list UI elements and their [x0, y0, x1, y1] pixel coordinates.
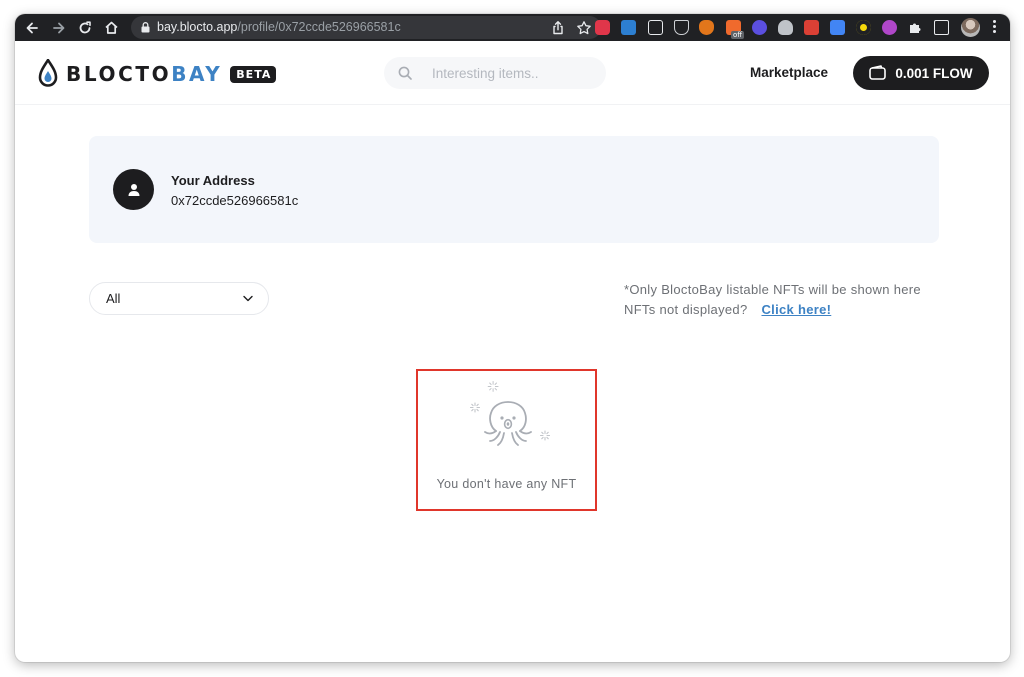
filter-selected-value: All [106, 291, 121, 306]
reload-icon[interactable] [74, 17, 96, 38]
share-icon[interactable] [550, 20, 566, 36]
pocket-extension-icon[interactable] [595, 20, 610, 35]
metamask-extension-icon[interactable] [699, 20, 714, 35]
chevron-down-icon [243, 295, 253, 302]
address-bar[interactable]: bay.blocto.app/profile/0x72ccde526966581… [131, 16, 601, 39]
home-icon[interactable] [100, 17, 122, 38]
listable-notice: *Only BloctoBay listable NFTs will be sh… [624, 280, 921, 319]
browser-toolbar: bay.blocto.app/profile/0x72ccde526966581… [15, 14, 1010, 41]
search-input[interactable] [432, 64, 592, 82]
paw-extension-icon[interactable] [778, 20, 793, 35]
empty-state-message: You don't have any NFT [436, 477, 577, 491]
notice-line-1: *Only BloctoBay listable NFTs will be sh… [624, 282, 921, 297]
click-here-link[interactable]: Click here! [761, 302, 831, 317]
search-box[interactable] [384, 57, 606, 89]
wallet-icon [869, 65, 887, 80]
eye-extension-icon[interactable] [752, 20, 767, 35]
beta-badge: BETA [230, 65, 277, 83]
calendar-extension-icon[interactable] [621, 20, 636, 35]
logo-accent-text: BAY [171, 62, 223, 86]
lock-icon [141, 22, 150, 33]
octopus-icon [470, 381, 550, 446]
sidepanel-icon[interactable] [934, 20, 949, 35]
url-host: bay.blocto.app [157, 20, 238, 34]
url-text: bay.blocto.app/profile/0x72ccde526966581… [157, 20, 401, 35]
nft-filter-select[interactable]: All [89, 282, 269, 315]
drop-logo-icon [38, 59, 58, 87]
search-icon [398, 66, 412, 80]
shield-extension-icon[interactable] [674, 20, 689, 35]
marketplace-link[interactable]: Marketplace [750, 65, 828, 80]
address-card: Your Address 0x72ccde526966581c [89, 136, 939, 243]
profile-avatar[interactable] [961, 18, 980, 37]
logo-main-text: BLOCTO [66, 62, 172, 86]
wallet-address: 0x72ccde526966581c [171, 193, 299, 208]
bloctobay-logo[interactable]: BLOCTOBAY BETA [37, 58, 277, 90]
dot-extension-icon[interactable] [856, 20, 871, 35]
wallet-balance-button[interactable]: 0.001 FLOW [853, 56, 989, 90]
bookmark-star-icon[interactable] [576, 20, 592, 36]
browser-window: bay.blocto.app/profile/0x72ccde526966581… [15, 14, 1010, 662]
notice-line-2: NFTs not displayed? Click here! [624, 300, 921, 320]
puzzle-extensions-icon[interactable] [908, 20, 923, 35]
wallet-balance-label: 0.001 FLOW [895, 65, 973, 81]
notice-question: NFTs not displayed? [624, 301, 748, 317]
back-icon[interactable] [21, 17, 43, 38]
empty-state-highlight: You don't have any NFT [416, 369, 597, 511]
logo-wordmark: BLOCTOBAY [66, 62, 222, 86]
share-extension-icon[interactable] [882, 20, 897, 35]
url-path: /profile/0x72ccde526966581c [237, 20, 401, 34]
forward-icon[interactable] [48, 17, 70, 38]
todoist-extension-icon[interactable] [804, 20, 819, 35]
site-header: BLOCTOBAY BETA Marketplace 0.001 FLOW [15, 41, 1010, 105]
user-avatar [113, 169, 154, 210]
extension-off-badge: off [731, 31, 745, 39]
address-label: Your Address [171, 173, 255, 188]
notion-extension-icon[interactable] [648, 20, 663, 35]
user-icon [128, 183, 139, 196]
translate-extension-icon[interactable] [830, 20, 845, 35]
chrome-menu-icon[interactable] [991, 20, 997, 35]
